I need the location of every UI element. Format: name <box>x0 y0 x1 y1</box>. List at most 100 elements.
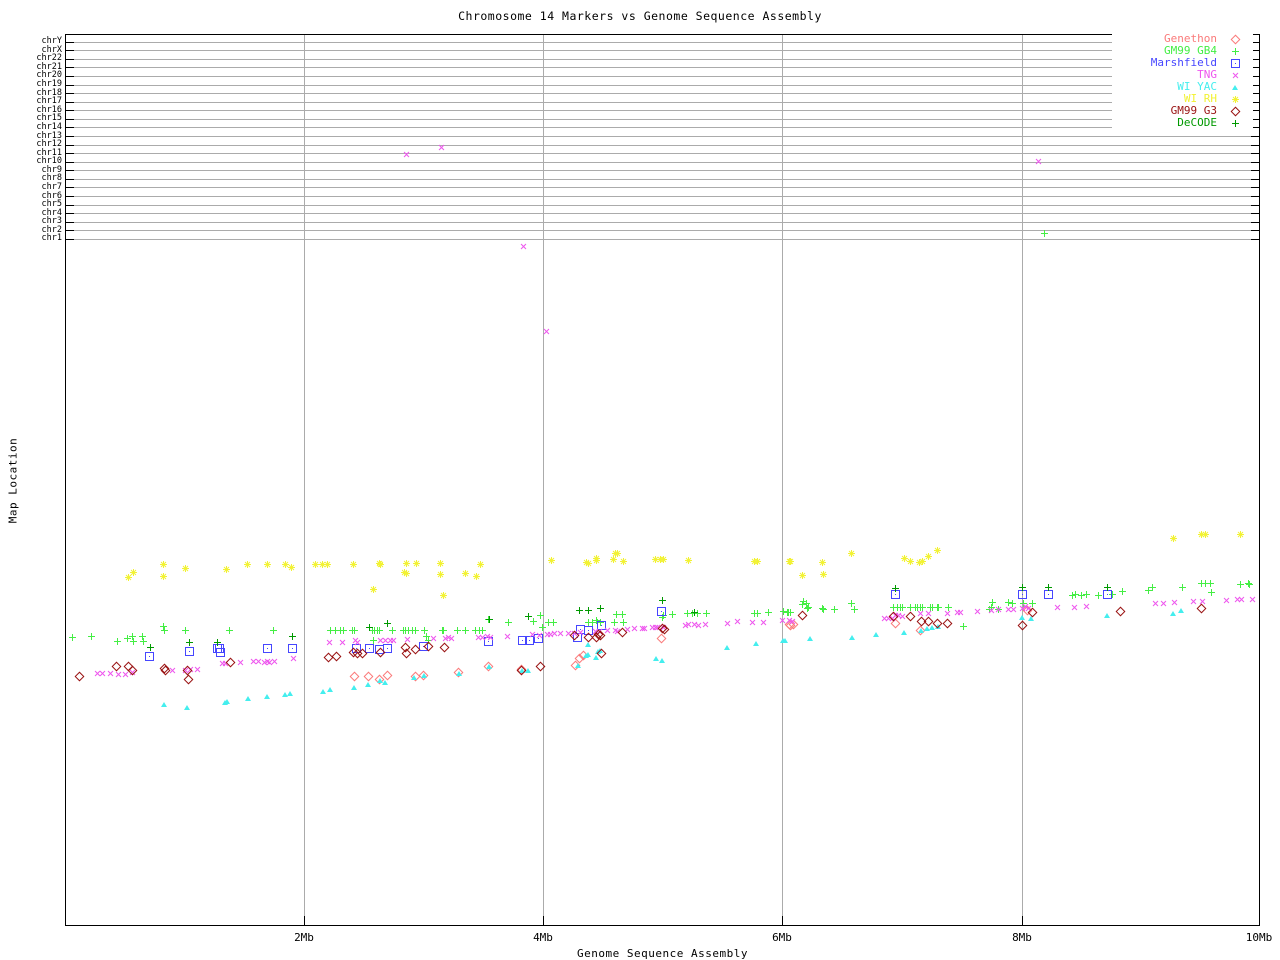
data-point <box>88 633 95 640</box>
chromosome-row-line <box>66 50 1259 52</box>
square-marker-icon <box>1217 57 1253 69</box>
y-tick-left <box>66 161 74 163</box>
data-point <box>550 619 557 626</box>
data-point <box>585 607 592 614</box>
data-point <box>366 624 373 631</box>
y-tick-left <box>66 93 74 95</box>
y-tick-left <box>66 110 74 112</box>
data-point <box>349 671 360 682</box>
data-point <box>389 627 396 634</box>
data-point <box>437 571 444 578</box>
data-point <box>288 564 295 571</box>
y-axis-label: Map Location <box>6 437 20 524</box>
data-point <box>1158 598 1169 609</box>
chromosome-row-line <box>66 178 1259 180</box>
y-tick-left <box>66 84 74 86</box>
diamond-marker-icon <box>1217 33 1253 45</box>
data-point <box>331 651 342 662</box>
y-tick-right <box>1251 161 1259 163</box>
data-point <box>925 553 932 560</box>
legend: Genethon GM99 GB4 Marshfield TNG WI YAC WI RH… <box>1112 33 1253 128</box>
data-point <box>820 606 827 613</box>
data-point <box>765 609 772 616</box>
chromosome-row-line <box>66 75 1259 77</box>
y-tick-right <box>1251 238 1259 240</box>
chromosome-row-line <box>66 213 1259 215</box>
chromosome-row-line <box>66 221 1259 223</box>
y-tick-right <box>1251 178 1259 180</box>
data-point <box>473 573 480 580</box>
data-point <box>183 674 194 685</box>
data-point <box>1081 601 1092 612</box>
data-point <box>1170 611 1176 616</box>
triangle-marker-icon <box>1217 81 1253 92</box>
data-point <box>724 645 730 650</box>
data-point <box>1008 604 1019 615</box>
y-tick-left <box>66 75 74 77</box>
data-point <box>270 627 277 634</box>
data-point <box>1045 584 1052 591</box>
data-point <box>831 606 838 613</box>
y-tick-left <box>66 118 74 120</box>
data-point <box>525 613 532 620</box>
data-point <box>518 241 529 252</box>
data-point <box>585 560 592 567</box>
x-tick-mark <box>1022 916 1023 925</box>
data-point <box>1178 608 1184 613</box>
data-point <box>437 560 444 567</box>
data-point <box>849 635 855 640</box>
data-point <box>1019 584 1026 591</box>
data-point <box>182 627 189 634</box>
legend-label: WI YAC <box>1177 80 1217 93</box>
data-point <box>421 673 427 678</box>
data-point <box>1018 590 1027 599</box>
data-point <box>754 558 761 565</box>
y-tick-left <box>66 230 74 232</box>
data-point <box>787 558 794 565</box>
data-point <box>184 705 190 710</box>
data-point <box>548 557 555 564</box>
data-point <box>288 644 297 653</box>
x-tick-mark <box>543 916 544 925</box>
data-point <box>370 586 377 593</box>
data-point <box>782 638 788 643</box>
data-point <box>583 653 589 658</box>
data-point <box>403 570 410 577</box>
data-point <box>703 610 710 617</box>
data-point <box>382 680 388 685</box>
data-point <box>288 653 299 664</box>
data-point <box>747 617 758 628</box>
chromosome-row-line <box>66 127 1259 129</box>
data-point <box>1017 620 1028 631</box>
data-point <box>147 644 154 651</box>
y-tick-right <box>1251 153 1259 155</box>
y-tick-right <box>1251 221 1259 223</box>
chromosome-row-line <box>66 58 1259 60</box>
y-tick-left <box>66 221 74 223</box>
data-point <box>377 561 384 568</box>
data-point <box>214 639 221 646</box>
legend-item: TNG <box>1112 69 1253 81</box>
data-point <box>351 627 358 634</box>
plus-icon <box>1232 119 1239 127</box>
data-point <box>1044 590 1053 599</box>
data-point <box>264 561 271 568</box>
data-point <box>182 565 189 572</box>
x-tick-label: 6Mb <box>772 931 792 944</box>
y-tick-left <box>66 213 74 215</box>
data-point <box>185 647 194 656</box>
x-tick-mark <box>304 916 305 925</box>
data-point <box>1246 581 1253 588</box>
x-tick-label: 2Mb <box>294 931 314 944</box>
data-point <box>324 561 331 568</box>
data-point <box>620 558 627 565</box>
data-point <box>486 664 492 669</box>
data-point <box>412 627 419 634</box>
data-point <box>145 652 154 661</box>
chromosome-row-line <box>66 118 1259 120</box>
data-point <box>797 610 808 621</box>
data-point <box>1237 531 1244 538</box>
data-point <box>820 571 827 578</box>
chromosome-row-line <box>66 170 1259 172</box>
data-point <box>935 604 942 611</box>
